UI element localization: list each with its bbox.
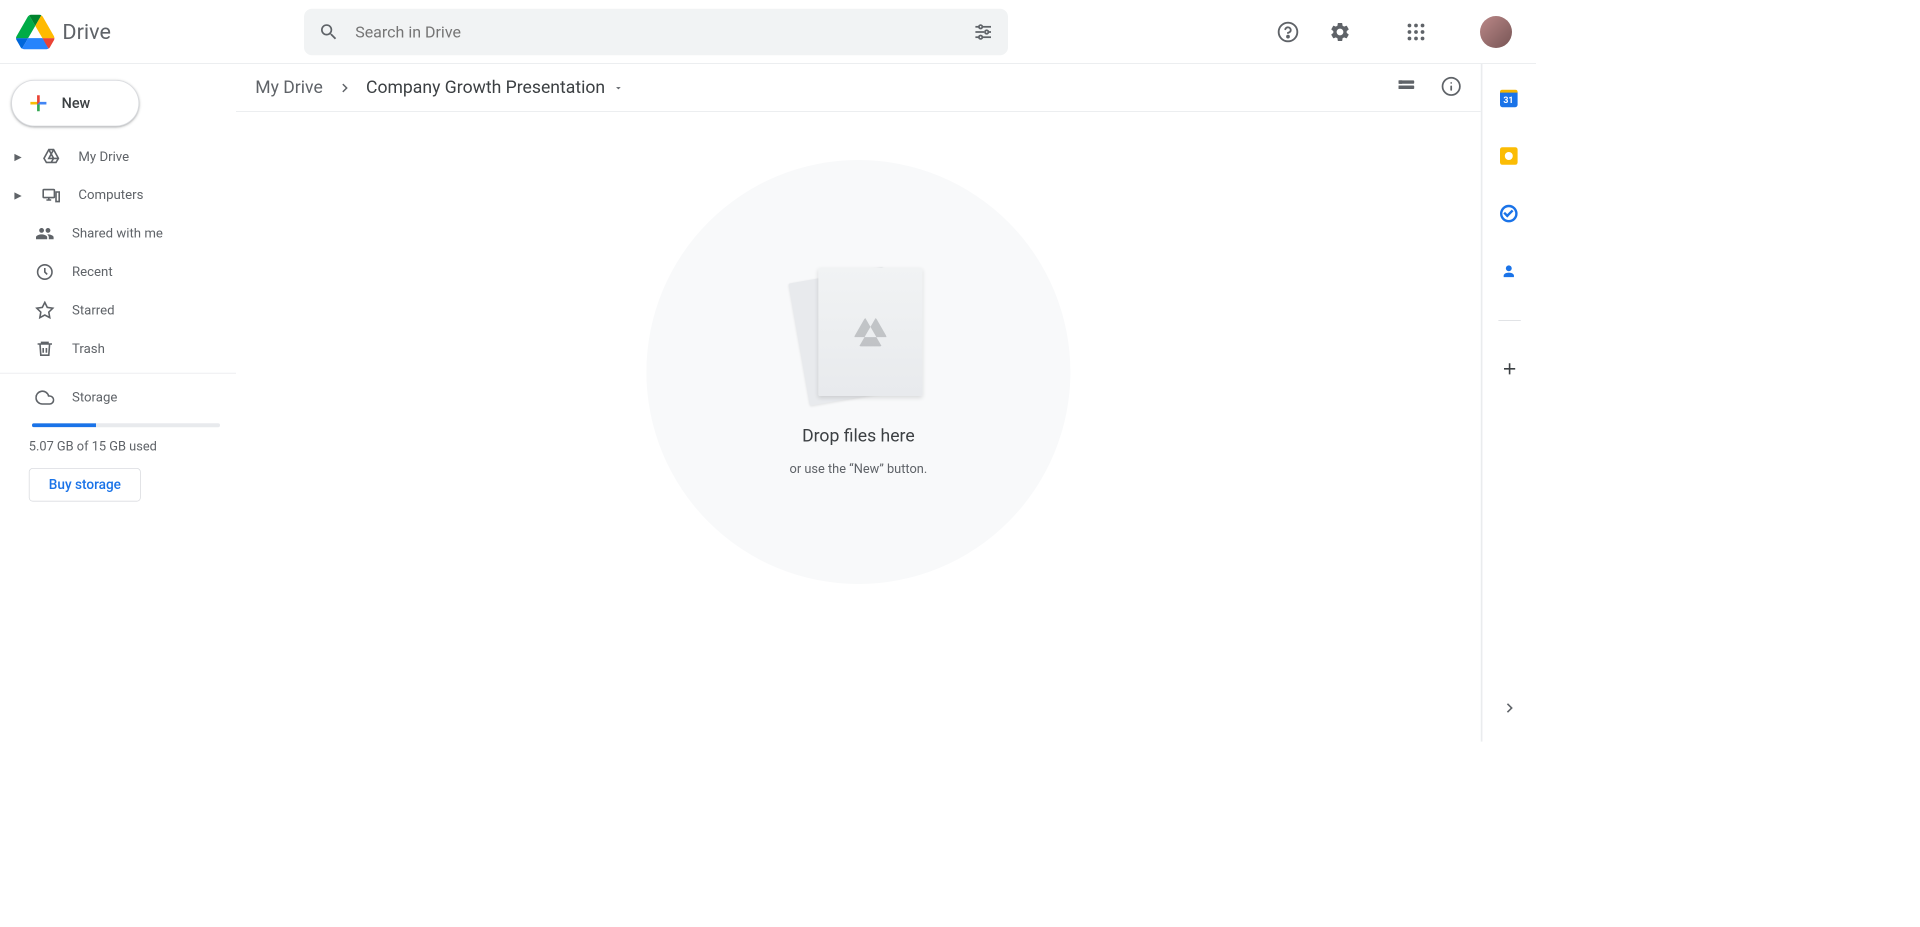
main-content: My Drive Company Growth Presentation	[236, 64, 1482, 742]
breadcrumb-current[interactable]: Company Growth Presentation	[366, 78, 624, 98]
sidebar-item-recent[interactable]: Recent	[0, 253, 225, 291]
account-avatar[interactable]	[1480, 16, 1512, 48]
header-actions	[1276, 16, 1520, 48]
app-header: Drive	[0, 0, 1536, 64]
drive-icon	[42, 147, 61, 166]
collapse-panel-button[interactable]	[1500, 698, 1519, 717]
contacts-app-button[interactable]	[1500, 262, 1519, 281]
sidebar-item-trash[interactable]: Trash	[0, 330, 225, 368]
calendar-app-button[interactable]: 31	[1500, 90, 1519, 109]
sidebar: New ▶ My Drive ▶ Computers Shared with m…	[0, 64, 236, 742]
contacts-icon	[1500, 262, 1518, 280]
sidebar-item-label: Trash	[72, 341, 105, 356]
divider	[1498, 320, 1520, 321]
trash-icon	[35, 339, 54, 358]
apps-button[interactable]	[1404, 20, 1428, 44]
sidebar-item-my-drive[interactable]: ▶ My Drive	[0, 138, 225, 176]
buy-storage-button[interactable]: Buy storage	[29, 468, 141, 502]
sidebar-item-label: Shared with me	[72, 226, 163, 241]
empty-graphic	[790, 268, 926, 412]
sidebar-item-label: Recent	[72, 264, 113, 279]
calendar-icon: 31	[1500, 90, 1518, 108]
storage-bar-fill	[32, 423, 96, 427]
empty-subtitle: or use the “New” button.	[790, 461, 928, 476]
breadcrumb: My Drive Company Growth Presentation	[236, 64, 1481, 112]
clock-icon	[35, 262, 54, 281]
support-button[interactable]	[1276, 20, 1300, 44]
storage-bar	[32, 423, 220, 427]
keep-icon	[1500, 147, 1518, 165]
new-button-label: New	[62, 95, 91, 112]
sidebar-item-starred[interactable]: Starred	[0, 291, 225, 329]
new-button[interactable]: New	[11, 80, 139, 126]
chevron-right-icon	[1500, 698, 1519, 717]
side-panel: 31	[1482, 64, 1536, 742]
search-icon[interactable]	[318, 21, 339, 42]
search-input[interactable]	[355, 22, 957, 41]
empty-state: Drop files here or use the “New” button.	[646, 160, 1070, 584]
search-options-icon[interactable]	[973, 21, 994, 42]
sidebar-item-label: Starred	[72, 303, 115, 318]
storage-used-text: 5.07 GB of 15 GB used	[0, 434, 236, 468]
empty-folder-area[interactable]: Drop files here or use the “New” button.	[236, 112, 1481, 742]
expand-icon[interactable]: ▶	[14, 151, 24, 162]
sidebar-item-label: Computers	[78, 188, 143, 203]
shared-icon	[35, 224, 54, 243]
divider	[0, 373, 236, 374]
empty-title: Drop files here	[802, 426, 915, 446]
tasks-app-button[interactable]	[1500, 205, 1519, 224]
tasks-icon	[1500, 205, 1518, 223]
app-name: Drive	[62, 19, 111, 45]
toolbar-right	[1396, 76, 1462, 100]
star-icon	[35, 301, 54, 320]
breadcrumb-current-label: Company Growth Presentation	[366, 78, 605, 98]
sidebar-item-label: My Drive	[78, 149, 129, 164]
plus-icon	[1500, 359, 1519, 378]
sidebar-item-computers[interactable]: ▶ Computers	[0, 176, 225, 214]
sidebar-item-storage[interactable]: Storage	[0, 378, 225, 416]
settings-button[interactable]	[1328, 20, 1352, 44]
view-list-button[interactable]	[1396, 76, 1417, 100]
expand-icon[interactable]: ▶	[14, 190, 24, 201]
chevron-right-icon	[336, 79, 354, 97]
drive-logo-icon	[16, 12, 54, 50]
sidebar-item-shared[interactable]: Shared with me	[0, 214, 225, 252]
keep-app-button[interactable]	[1500, 147, 1519, 166]
search-bar[interactable]	[304, 8, 1008, 54]
cloud-icon	[35, 388, 54, 407]
breadcrumb-root[interactable]: My Drive	[255, 78, 323, 98]
dropdown-icon[interactable]	[613, 82, 624, 93]
computers-icon	[42, 186, 61, 205]
logo-area[interactable]: Drive	[16, 12, 304, 50]
sidebar-item-label: Storage	[72, 390, 117, 405]
plus-icon	[26, 91, 50, 115]
get-addons-button[interactable]	[1500, 359, 1519, 378]
details-button[interactable]	[1441, 76, 1462, 100]
